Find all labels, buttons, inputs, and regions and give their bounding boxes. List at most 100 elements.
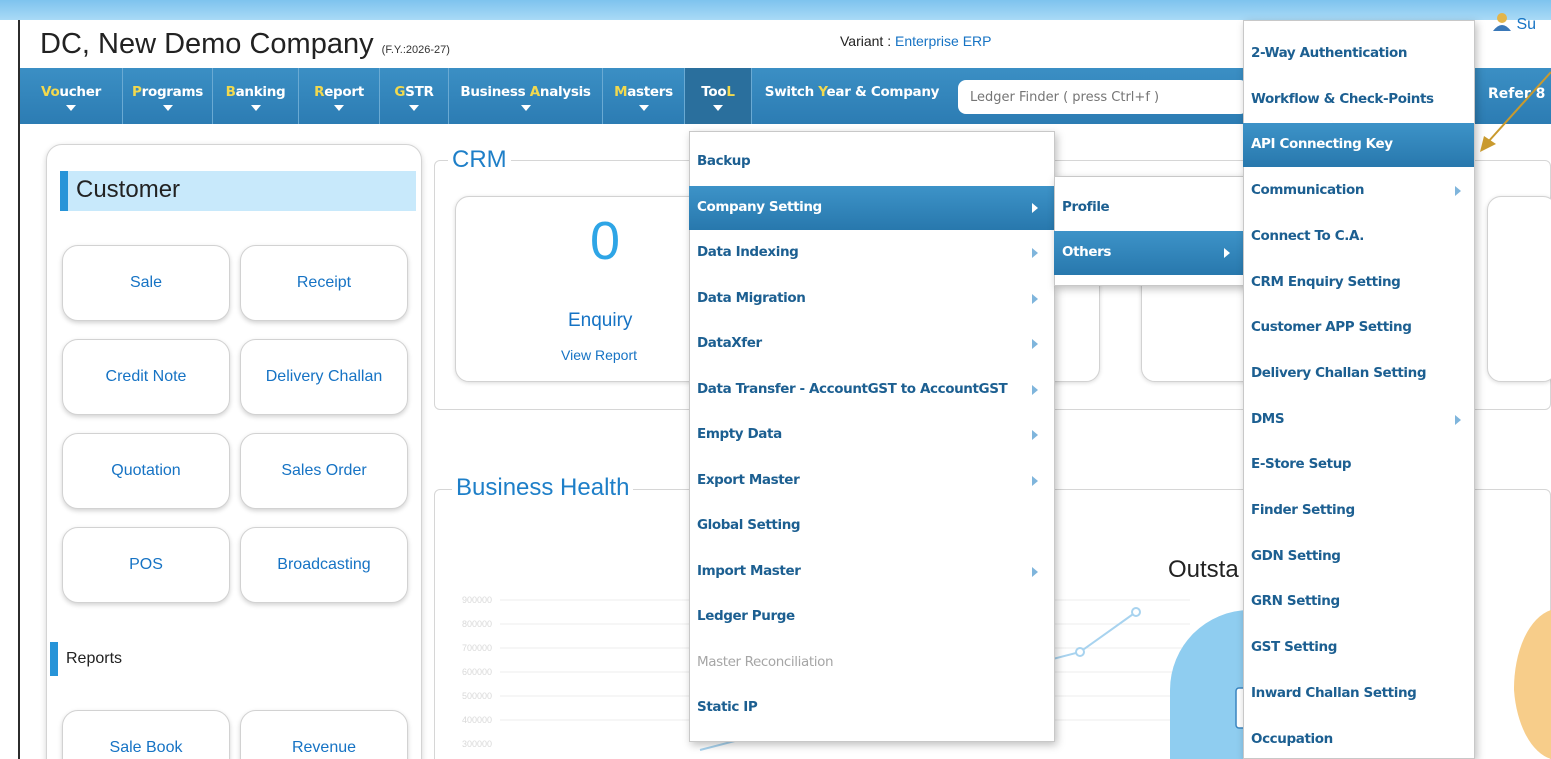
caret-down-icon bbox=[520, 105, 531, 111]
top-decoration-band bbox=[0, 0, 1551, 40]
others-menu-item[interactable]: Finder Setting bbox=[1243, 489, 1474, 533]
tool-menu-item-label: Master Reconciliation bbox=[697, 653, 834, 670]
others-menu-item-label: Workflow & Check-Points bbox=[1251, 90, 1434, 107]
nav-item-label: Banking bbox=[213, 84, 298, 100]
y-axis-tick-label: 800000 bbox=[462, 619, 493, 629]
nav-item-label: Programs bbox=[123, 84, 212, 100]
caret-down-icon bbox=[409, 105, 419, 111]
company-setting-menu-item[interactable]: Others bbox=[1054, 231, 1248, 275]
view-report-link[interactable]: View Report bbox=[561, 347, 637, 363]
chevron-right-icon bbox=[1455, 414, 1461, 425]
company-setting-menu-item[interactable]: Profile bbox=[1054, 186, 1248, 230]
tool-menu-item[interactable]: Ledger Purge bbox=[689, 595, 1054, 639]
others-menu-item[interactable]: Communication bbox=[1243, 169, 1474, 213]
y-axis-tick-label: 500000 bbox=[462, 691, 493, 701]
customer-tile-button[interactable]: POS bbox=[62, 527, 230, 603]
tool-menu-item[interactable]: Data Indexing bbox=[689, 231, 1054, 275]
nav-hotkey-letter: A bbox=[529, 84, 540, 100]
nav-item-label: Switch Year & Company bbox=[752, 84, 952, 100]
outstanding-pie bbox=[1514, 610, 1551, 759]
others-menu-item[interactable]: E-Store Setup bbox=[1243, 443, 1474, 487]
others-menu-item[interactable]: GRN Setting bbox=[1243, 580, 1474, 624]
nav-hotkey-letter: G bbox=[394, 84, 406, 100]
others-menu-item[interactable]: Connect To C.A. bbox=[1243, 215, 1474, 259]
tool-menu-item[interactable]: Master Reconciliation bbox=[689, 641, 1054, 685]
nav-item-label: Business Analysis bbox=[449, 84, 602, 100]
chevron-right-icon bbox=[1032, 384, 1038, 395]
crm-legend: CRM bbox=[448, 146, 511, 174]
others-menu-item[interactable]: Customer APP Setting bbox=[1243, 306, 1474, 350]
tool-menu-item-label: Ledger Purge bbox=[697, 608, 795, 624]
others-menu-item[interactable]: API Connecting Key bbox=[1243, 123, 1474, 168]
tool-menu-item[interactable]: Data Migration bbox=[689, 277, 1054, 321]
customer-tile-button[interactable]: Sales Order bbox=[240, 433, 408, 509]
report-tile-button[interactable]: Sale Book bbox=[62, 710, 230, 759]
customer-tile-button[interactable]: Credit Note bbox=[62, 339, 230, 415]
tool-menu-item-label: Data Transfer - AccountGST to AccountGST bbox=[697, 380, 1008, 397]
others-menu-item-label: GDN Setting bbox=[1251, 547, 1341, 564]
others-menu-item[interactable]: DMS bbox=[1243, 398, 1474, 442]
customer-tile-button[interactable]: Delivery Challan bbox=[240, 339, 408, 415]
chevron-right-icon bbox=[1032, 566, 1038, 577]
others-menu-item-label: API Connecting Key bbox=[1251, 136, 1393, 153]
others-menu-item-label: Communication bbox=[1251, 182, 1365, 199]
nav-item[interactable]: Switch Year & Company bbox=[752, 68, 952, 124]
chevron-right-icon bbox=[1032, 430, 1038, 440]
chevron-right-icon bbox=[1032, 293, 1038, 304]
financial-year: (F.Y.:2026-27) bbox=[381, 44, 450, 56]
caret-down-icon bbox=[713, 105, 723, 111]
nav-item[interactable]: Voucher bbox=[20, 68, 122, 124]
others-menu-item[interactable]: Inward Challan Setting bbox=[1243, 672, 1474, 716]
nav-label-text: rograms bbox=[141, 84, 204, 100]
nav-item-label: Masters bbox=[603, 84, 684, 100]
others-menu-item-label: Customer APP Setting bbox=[1251, 319, 1412, 336]
nav-item[interactable]: Banking bbox=[213, 68, 298, 124]
tool-menu-item[interactable]: Export Master bbox=[689, 459, 1054, 503]
others-menu-item[interactable]: CRM Enquiry Setting bbox=[1243, 261, 1474, 305]
tool-menu-item[interactable]: Import Master bbox=[689, 550, 1054, 594]
nav-hotkey-letter: P bbox=[132, 84, 142, 100]
others-menu-item[interactable]: GST Setting bbox=[1243, 626, 1474, 670]
customer-tile-button[interactable]: Sale bbox=[62, 245, 230, 321]
nav-hotkey-letter: Vo bbox=[41, 84, 60, 100]
nav-item-label: TooL bbox=[685, 84, 751, 100]
nav-item[interactable]: TooL bbox=[685, 68, 751, 124]
ledger-finder-input[interactable] bbox=[958, 80, 1248, 114]
report-tile-button[interactable]: Revenue bbox=[240, 710, 408, 759]
tool-menu-item[interactable]: Company Setting bbox=[689, 185, 1054, 230]
customer-tile-button[interactable]: Quotation bbox=[62, 433, 230, 509]
nav-label-text: asters bbox=[627, 84, 673, 100]
others-menu-item-label: CRM Enquiry Setting bbox=[1251, 273, 1401, 290]
others-menu-item[interactable]: Workflow & Check-Points bbox=[1243, 78, 1474, 122]
others-menu-item-label: Delivery Challan Setting bbox=[1251, 364, 1427, 381]
nav-label-text: STR bbox=[405, 84, 434, 100]
others-menu-item[interactable]: Delivery Challan Setting bbox=[1243, 352, 1474, 396]
chevron-right-icon bbox=[1032, 248, 1038, 258]
tool-menu-item[interactable]: Backup bbox=[689, 140, 1054, 184]
nav-hotkey-letter: L bbox=[726, 84, 735, 100]
tool-menu-item[interactable]: Data Transfer - AccountGST to AccountGST bbox=[689, 368, 1054, 412]
nav-item[interactable]: Masters bbox=[603, 68, 684, 124]
tool-menu-item[interactable]: Global Setting bbox=[689, 504, 1054, 548]
others-menu-item[interactable]: GDN Setting bbox=[1243, 535, 1474, 579]
tool-menu-item[interactable]: DataXfer bbox=[689, 322, 1054, 366]
user-menu[interactable]: Su bbox=[1492, 12, 1536, 34]
others-menu-item[interactable]: Occupation bbox=[1243, 718, 1474, 759]
customer-tile-button[interactable]: Receipt bbox=[240, 245, 408, 321]
tool-menu-item-label: Static IP bbox=[697, 699, 758, 715]
nav-item[interactable]: Programs bbox=[123, 68, 212, 124]
customer-heading: Customer bbox=[60, 171, 416, 211]
caret-down-icon bbox=[250, 105, 261, 111]
y-axis-tick-label: 700000 bbox=[462, 643, 493, 653]
nav-item[interactable]: GSTR bbox=[380, 68, 448, 124]
tool-menu-item-label: Data Migration bbox=[697, 289, 806, 306]
customer-tile-button[interactable]: Broadcasting bbox=[240, 527, 408, 603]
nav-item[interactable]: Business Analysis bbox=[449, 68, 602, 124]
others-menu-item-label: Finder Setting bbox=[1251, 502, 1355, 518]
others-menu-item[interactable]: 2-Way Authentication bbox=[1243, 32, 1474, 76]
health-trend-point bbox=[1131, 607, 1141, 617]
nav-item[interactable]: Report bbox=[299, 68, 379, 124]
tool-menu-item[interactable]: Empty Data bbox=[689, 413, 1054, 457]
tool-menu-item[interactable]: Static IP bbox=[689, 686, 1054, 730]
others-menu-item-label: DMS bbox=[1251, 410, 1285, 427]
